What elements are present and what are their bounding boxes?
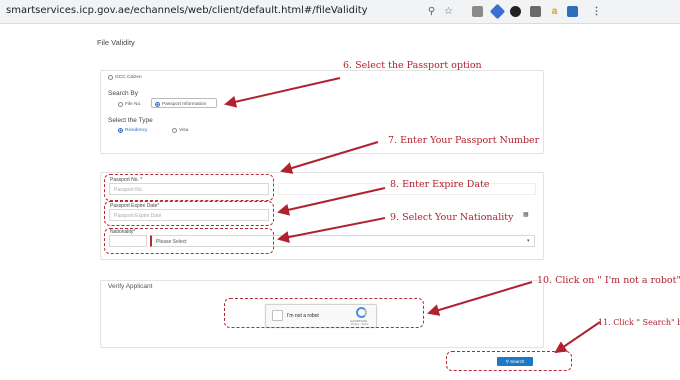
arrow-step8 bbox=[277, 187, 386, 216]
arrow-step10 bbox=[427, 281, 533, 316]
annotation-step7: 7. Enter Your Passport Number bbox=[388, 135, 540, 146]
annotation-arrows bbox=[224, 77, 601, 354]
annotation-step10: 10. Click on " I'm not a robot" bbox=[537, 275, 680, 286]
annotation-step8: 8. Enter Expire Date bbox=[390, 179, 490, 190]
arrow-step9 bbox=[277, 217, 386, 243]
annotation-step9: 9. Select Your Nationality bbox=[390, 212, 514, 223]
arrow-step6 bbox=[224, 77, 341, 108]
annotation-step11: 11. Click " Search" but bbox=[598, 318, 680, 327]
arrow-step11 bbox=[554, 321, 601, 354]
annotation-step6: 6. Select the Passport option bbox=[343, 60, 482, 71]
arrow-step7 bbox=[280, 141, 379, 174]
